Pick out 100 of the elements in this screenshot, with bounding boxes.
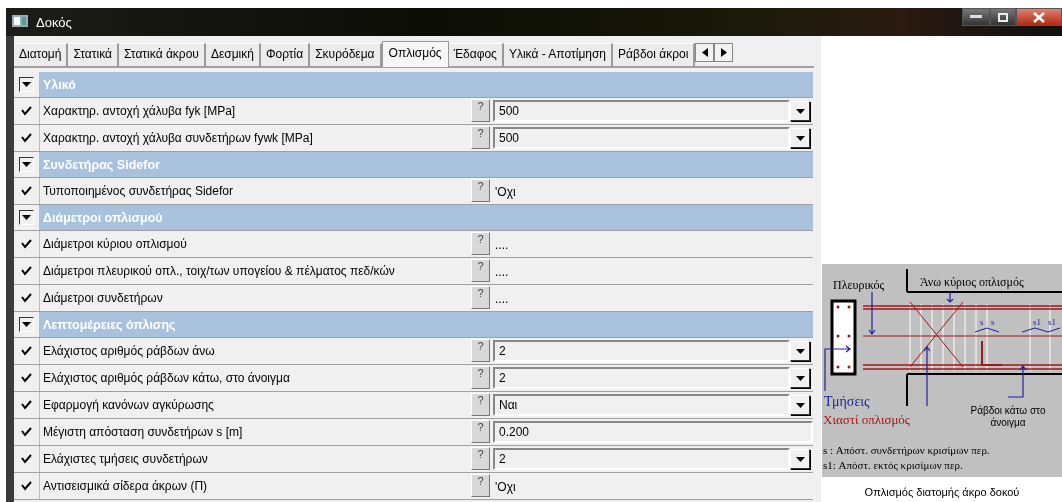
property-label: Διάμετροι πλευρικού οπλ., τοιχ/των υπογείου & πέλματος πεδ/κών xyxy=(42,263,396,280)
dropdown-field[interactable]: Ναι xyxy=(493,394,790,416)
diagram-label: Χιαστί οπλισμός xyxy=(823,412,910,427)
legend-text: s1: Απόστ. εκτός κρισίμων περ. xyxy=(823,459,963,471)
property-label: Ελάχιστος αριθμός ράβδων άνω xyxy=(42,343,216,360)
dropdown-field[interactable]: 500 xyxy=(493,127,790,149)
checkbox[interactable] xyxy=(20,344,33,358)
property-value: 'Οχι xyxy=(494,184,517,201)
property-label: Εφαρμογή κανόνων αγκύρωσης xyxy=(42,397,215,414)
property-label: Διάμετροι συνδετήρων xyxy=(42,290,164,307)
checkbox[interactable] xyxy=(20,291,33,305)
scroll-left-button[interactable] xyxy=(695,43,715,62)
minimize-button[interactable] xyxy=(962,8,990,26)
tab[interactable]: Οπλισμός xyxy=(381,41,449,67)
help-button[interactable]: ? xyxy=(471,286,490,309)
tab[interactable]: Σκυρόδεμα xyxy=(310,43,382,66)
diagram-label: άνοιγμα xyxy=(990,417,1026,428)
tab[interactable]: Στατικά xyxy=(68,43,119,66)
checkbox[interactable] xyxy=(20,237,33,251)
property-label: Μέγιστη απόσταση συνδετήρων s [m] xyxy=(42,424,244,441)
collapse-toggle[interactable] xyxy=(19,210,34,225)
property-label: Χαρακτηρ. αντοχή χάλυβα συνδετήρων fywk [MPa] xyxy=(42,130,314,147)
tab[interactable]: Φορτία xyxy=(260,43,311,66)
tab[interactable]: Στατικά άκρου xyxy=(119,43,206,66)
triangle-down-icon xyxy=(795,135,805,141)
triangle-left-icon xyxy=(701,48,708,57)
property-label: Ελάχιστες τμήσεις συνδετήρων xyxy=(42,451,209,468)
section-header: Υλικό xyxy=(42,76,77,94)
checkbox[interactable] xyxy=(20,371,33,385)
dropdown-button[interactable] xyxy=(790,449,810,469)
dropdown-button[interactable] xyxy=(790,395,810,415)
property-label: Διάμετροι κύριου οπλισμού xyxy=(42,236,188,253)
section-header: Λεπτομέρειες όπλισης xyxy=(42,316,177,334)
dropdown-field[interactable]: 500 xyxy=(493,100,790,122)
tab[interactable]: Ράβδοι άκροι xyxy=(613,43,696,66)
close-button[interactable] xyxy=(1016,8,1062,26)
diagram-label: Πλευρικός xyxy=(833,278,885,292)
diagram-label: s1 xyxy=(1033,317,1041,327)
triangle-down-icon xyxy=(795,456,805,462)
minimize-icon xyxy=(970,15,982,19)
dropdown-button[interactable] xyxy=(790,341,810,361)
triangle-down-icon xyxy=(22,322,31,327)
triangle-down-icon xyxy=(795,348,805,354)
triangle-down-icon xyxy=(795,375,805,381)
checkbox[interactable] xyxy=(20,184,33,198)
dropdown-field[interactable]: 2 xyxy=(493,340,790,362)
checkbox[interactable] xyxy=(20,425,33,439)
property-value: .... xyxy=(494,237,510,254)
help-button[interactable]: ? xyxy=(471,259,490,282)
dropdown-field[interactable]: 2 xyxy=(493,367,790,389)
checkbox[interactable] xyxy=(20,131,33,145)
tab[interactable]: Διατομή xyxy=(14,43,69,66)
diagram-label: Τμήσεις xyxy=(824,394,870,409)
triangle-down-icon xyxy=(22,82,31,87)
maximize-button[interactable] xyxy=(990,8,1016,26)
checkbox[interactable] xyxy=(20,452,33,466)
collapse-toggle[interactable] xyxy=(19,157,34,172)
help-button[interactable]: ? xyxy=(471,447,490,470)
collapse-toggle[interactable] xyxy=(19,317,34,332)
tab[interactable]: Υλικά - Αποτίμηση xyxy=(503,43,614,66)
section-header: Διάμετροι οπλισμού xyxy=(42,209,164,227)
triangle-right-icon xyxy=(720,48,727,57)
help-button[interactable]: ? xyxy=(471,393,490,416)
collapse-toggle[interactable] xyxy=(19,77,34,92)
dropdown-button[interactable] xyxy=(790,101,810,121)
diagram-caption: Οπλισμός διατομής άκρο δοκού xyxy=(863,486,1021,498)
property-value: .... xyxy=(494,264,510,281)
legend-text: s : Απόστ. συνδετήρων κρισίμων περ. xyxy=(823,444,990,456)
triangle-down-icon xyxy=(795,108,805,114)
property-value: .... xyxy=(494,291,510,308)
scroll-right-button[interactable] xyxy=(714,43,734,62)
tab[interactable]: Δεσμική xyxy=(205,43,261,66)
tab[interactable]: Έδαφος xyxy=(448,43,504,66)
property-label: Τυποποιημένος συνδετήρας Sidefor xyxy=(42,183,234,200)
help-button[interactable]: ? xyxy=(471,474,490,497)
checkbox[interactable] xyxy=(20,479,33,493)
triangle-down-icon xyxy=(795,402,805,408)
diagram-label: s1 xyxy=(1048,317,1056,327)
input-field[interactable]: 0.200 xyxy=(493,421,813,443)
help-button[interactable]: ? xyxy=(471,232,490,255)
property-value: 'Οχι xyxy=(494,479,517,496)
diagram-label: s xyxy=(980,317,984,327)
help-button[interactable]: ? xyxy=(471,420,490,443)
help-button[interactable]: ? xyxy=(471,99,490,122)
checkbox[interactable] xyxy=(20,264,33,278)
help-button[interactable]: ? xyxy=(471,126,490,149)
checkbox[interactable] xyxy=(20,104,33,118)
window-icon xyxy=(12,14,28,27)
triangle-down-icon xyxy=(22,162,31,167)
diagram-label: s xyxy=(991,317,995,327)
help-button[interactable]: ? xyxy=(471,179,490,202)
diagram-label: Ράβδοι κάτω στο xyxy=(970,405,1046,416)
help-button[interactable]: ? xyxy=(471,366,490,389)
property-label: Αντισεισμικά σίδερα άκρων (Π) xyxy=(42,478,209,495)
dropdown-button[interactable] xyxy=(790,368,810,388)
triangle-down-icon xyxy=(22,215,31,220)
checkbox[interactable] xyxy=(20,398,33,412)
help-button[interactable]: ? xyxy=(471,339,490,362)
dropdown-button[interactable] xyxy=(790,128,810,148)
dropdown-field[interactable]: 2 xyxy=(493,448,790,470)
